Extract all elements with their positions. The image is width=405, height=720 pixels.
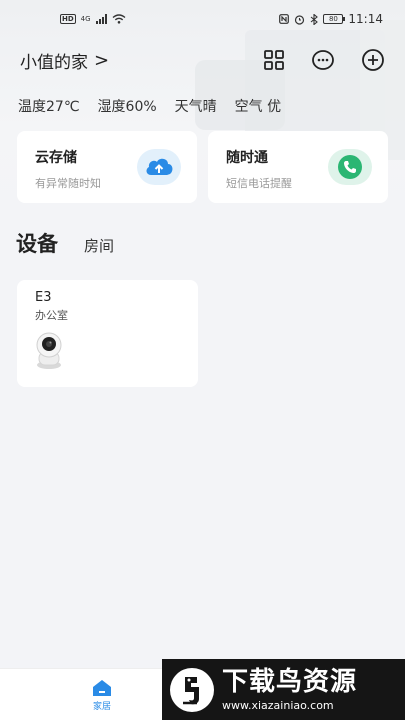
add-circle-icon[interactable] [361, 48, 385, 72]
temperature: 温度27℃ [18, 99, 80, 115]
weather-condition: 天气晴 [174, 99, 217, 115]
watermark-text: 下载鸟资源 www.xiazainiao.com [222, 667, 357, 712]
chevron-right-icon: > [94, 49, 110, 71]
camera-icon [33, 332, 65, 374]
nav-home[interactable]: 家居 [80, 679, 124, 712]
humidity: 湿度60% [97, 99, 157, 115]
device-room-tabs: 设备 房间 [16, 228, 114, 258]
tab-devices[interactable]: 设备 [16, 228, 58, 258]
nav-home-label: 家居 [92, 702, 111, 712]
cloud-storage-card[interactable]: 云存储 有异常随时知 [17, 131, 197, 203]
phone-icon [328, 149, 372, 185]
nfc-icon [279, 14, 290, 24]
battery-icon: 80 [323, 14, 346, 24]
network-type: 4G [80, 15, 91, 23]
grid-icon[interactable] [263, 49, 285, 71]
device-room: 办公室 [35, 309, 68, 322]
watermark-url: www.xiazainiao.com [222, 699, 334, 712]
clock: 11:14 [348, 12, 383, 26]
alarm-icon [295, 14, 305, 25]
top-actions [263, 48, 385, 72]
anytime-notify-card[interactable]: 随时通 短信电话提醒 [208, 131, 388, 203]
status-right: 80 11:14 [279, 12, 383, 26]
watermark-banner: 下载鸟资源 www.xiazainiao.com [162, 659, 405, 720]
tab-rooms[interactable]: 房间 [84, 235, 114, 256]
device-name: E3 [35, 290, 52, 305]
cloud-upload-icon [137, 149, 181, 185]
top-bar: 小值的家 > [0, 44, 405, 76]
bluetooth-icon [311, 13, 319, 25]
weather-bar: 温度27℃ 湿度60% 天气晴 空气 优 [18, 96, 281, 116]
wifi-icon [112, 14, 126, 24]
home-name: 小值的家 [20, 52, 88, 73]
bird-logo-icon [170, 667, 214, 712]
air-quality: 空气 优 [234, 99, 282, 115]
home-icon [93, 680, 111, 696]
signal-icon [95, 14, 107, 24]
watermark-title: 下载鸟资源 [222, 667, 358, 697]
status-bar: HD 4G 80 11:14 [0, 0, 405, 38]
message-icon[interactable] [311, 48, 335, 72]
status-left: HD 4G [60, 14, 126, 24]
hd-icon: HD [60, 14, 76, 24]
device-card[interactable]: E3 办公室 [17, 280, 198, 387]
home-selector[interactable]: 小值的家 > [20, 48, 109, 73]
